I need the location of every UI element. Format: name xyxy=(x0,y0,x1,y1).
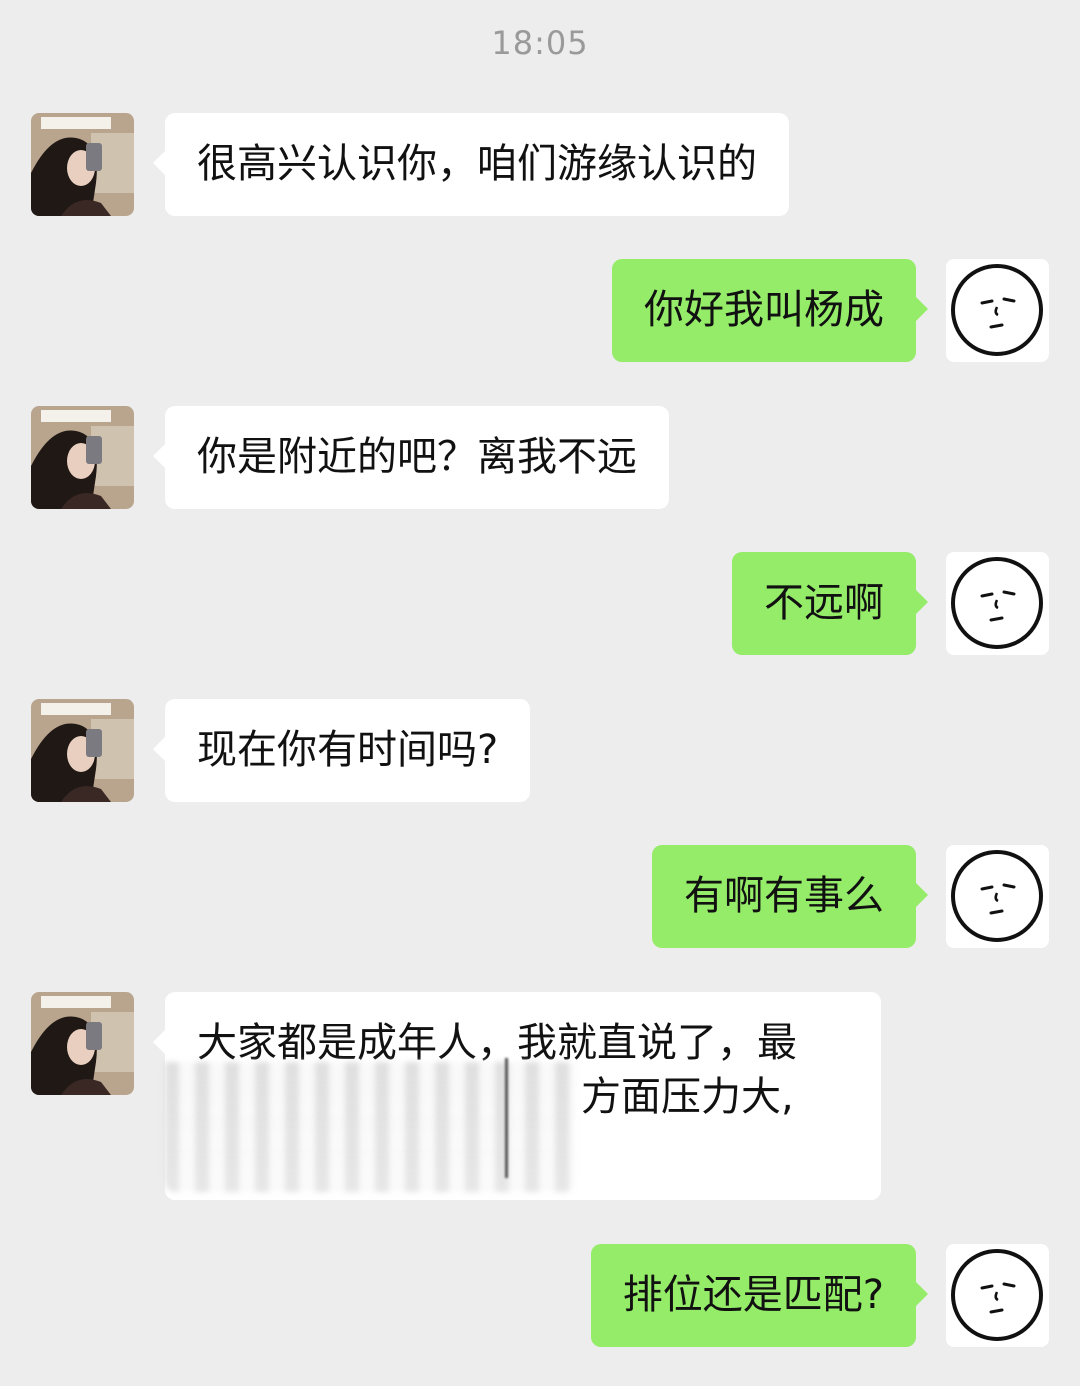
incoming-message-bubble[interactable]: 大家都是成年人，我就直说了，最 方面压力大, xyxy=(153,992,881,1200)
message-timestamp: 18:05 xyxy=(491,24,589,62)
incoming-message-bubble[interactable]: 现在你有时间吗? xyxy=(152,699,531,802)
blurred-region xyxy=(165,1062,575,1192)
contact-avatar[interactable] xyxy=(31,113,134,216)
outgoing-message-bubble[interactable]: 不远啊 xyxy=(732,552,928,655)
chat-window: 18:05 很高兴认识你，咱们游缘认识的 你好我叫杨成 你是附近的吧？离我不远 … xyxy=(0,0,1080,1386)
contact-avatar[interactable] xyxy=(31,699,134,802)
doodle-face-icon xyxy=(951,1249,1043,1341)
doodle-face-icon xyxy=(951,850,1043,942)
message-text: 排位还是匹配? xyxy=(622,1272,884,1318)
contact-avatar[interactable] xyxy=(31,992,134,1095)
message-text: 很高兴认识你，咱们游缘认识的 xyxy=(197,141,757,187)
self-avatar[interactable] xyxy=(946,259,1049,362)
outgoing-message-bubble[interactable]: 有啊有事么 xyxy=(652,845,928,948)
doodle-face-icon xyxy=(951,557,1043,649)
incoming-message-bubble[interactable]: 你是附近的吧？离我不远 xyxy=(153,406,669,509)
incoming-message-bubble[interactable]: 很高兴认识你，咱们游缘认识的 xyxy=(153,113,789,216)
self-avatar[interactable] xyxy=(946,845,1049,948)
self-avatar[interactable] xyxy=(946,1244,1049,1347)
doodle-face-icon xyxy=(951,264,1043,356)
message-text: 不远啊 xyxy=(764,580,884,626)
message-text: 有啊有事么 xyxy=(684,873,884,919)
message-text: 现在你有时间吗? xyxy=(197,727,499,773)
message-text: 你好我叫杨成 xyxy=(644,287,884,333)
outgoing-message-bubble[interactable]: 你好我叫杨成 xyxy=(612,259,928,362)
outgoing-message-bubble[interactable]: 排位还是匹配? xyxy=(590,1244,929,1347)
blurred-region xyxy=(505,1058,508,1178)
message-text: 你是附近的吧？离我不远 xyxy=(197,434,637,480)
self-avatar[interactable] xyxy=(946,552,1049,655)
contact-avatar[interactable] xyxy=(31,406,134,509)
